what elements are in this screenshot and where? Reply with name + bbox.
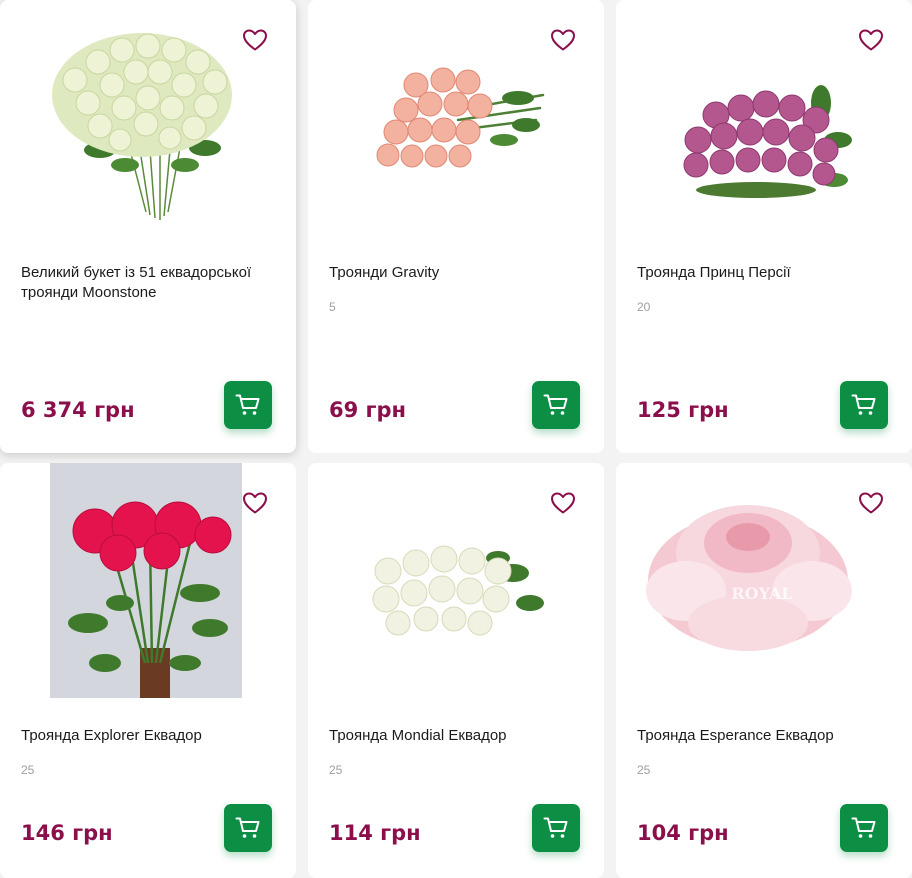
add-to-cart-button[interactable] bbox=[224, 381, 272, 429]
product-price: 6 374 грн bbox=[21, 398, 135, 422]
heart-icon bbox=[551, 29, 575, 51]
heart-icon bbox=[859, 29, 883, 51]
heart-icon bbox=[859, 492, 883, 514]
heart-icon bbox=[243, 492, 267, 514]
product-quantity: 20 bbox=[637, 300, 651, 314]
product-quantity: 25 bbox=[329, 763, 343, 777]
product-card[interactable]: Великий букет із 51 еквадорської троянди… bbox=[0, 0, 296, 453]
add-to-cart-button[interactable] bbox=[840, 804, 888, 852]
favorite-button[interactable] bbox=[242, 28, 268, 52]
add-to-cart-button[interactable] bbox=[840, 381, 888, 429]
heart-icon bbox=[243, 29, 267, 51]
product-card[interactable]: Троянда Принц Персії 20 125 грн bbox=[616, 0, 912, 453]
cart-icon bbox=[851, 394, 876, 415]
product-name[interactable]: Троянда Explorer Еквадор bbox=[21, 726, 271, 746]
cart-icon bbox=[235, 394, 260, 415]
add-to-cart-button[interactable] bbox=[532, 804, 580, 852]
product-name[interactable]: Троянда Принц Персії bbox=[637, 263, 887, 283]
product-name[interactable]: Троянда Mondial Еквадор bbox=[329, 726, 579, 746]
product-quantity: 5 bbox=[329, 300, 336, 314]
product-price: 104 грн bbox=[637, 821, 729, 845]
product-grid: Великий букет із 51 еквадорської троянди… bbox=[0, 0, 912, 878]
product-card[interactable]: Троянда Explorer Еквадор 25 146 грн bbox=[0, 463, 296, 878]
product-price: 125 грн bbox=[637, 398, 729, 422]
favorite-button[interactable] bbox=[242, 491, 268, 515]
add-to-cart-button[interactable] bbox=[532, 381, 580, 429]
product-price: 69 грн bbox=[329, 398, 407, 422]
product-card[interactable]: Троянда Mondial Еквадор 25 114 грн bbox=[308, 463, 604, 878]
product-name[interactable]: Великий букет із 51 еквадорської троянди… bbox=[21, 263, 271, 303]
favorite-button[interactable] bbox=[858, 491, 884, 515]
product-price: 114 грн bbox=[329, 821, 421, 845]
product-card[interactable]: ROYAL Троянда Esperance Еквадор 25 104 г… bbox=[616, 463, 912, 878]
product-card[interactable]: Троянди Gravity 5 69 грн bbox=[308, 0, 604, 453]
cart-icon bbox=[543, 817, 568, 838]
favorite-button[interactable] bbox=[550, 28, 576, 52]
favorite-button[interactable] bbox=[550, 491, 576, 515]
product-name[interactable]: Троянда Esperance Еквадор bbox=[637, 726, 887, 746]
product-quantity: 25 bbox=[637, 763, 651, 777]
product-name[interactable]: Троянди Gravity bbox=[329, 263, 579, 283]
product-quantity: 25 bbox=[21, 763, 35, 777]
favorite-button[interactable] bbox=[858, 28, 884, 52]
image-watermark: ROYAL bbox=[731, 584, 792, 603]
cart-icon bbox=[851, 817, 876, 838]
cart-icon bbox=[235, 817, 260, 838]
cart-icon bbox=[543, 394, 568, 415]
add-to-cart-button[interactable] bbox=[224, 804, 272, 852]
heart-icon bbox=[551, 492, 575, 514]
product-price: 146 грн bbox=[21, 821, 113, 845]
